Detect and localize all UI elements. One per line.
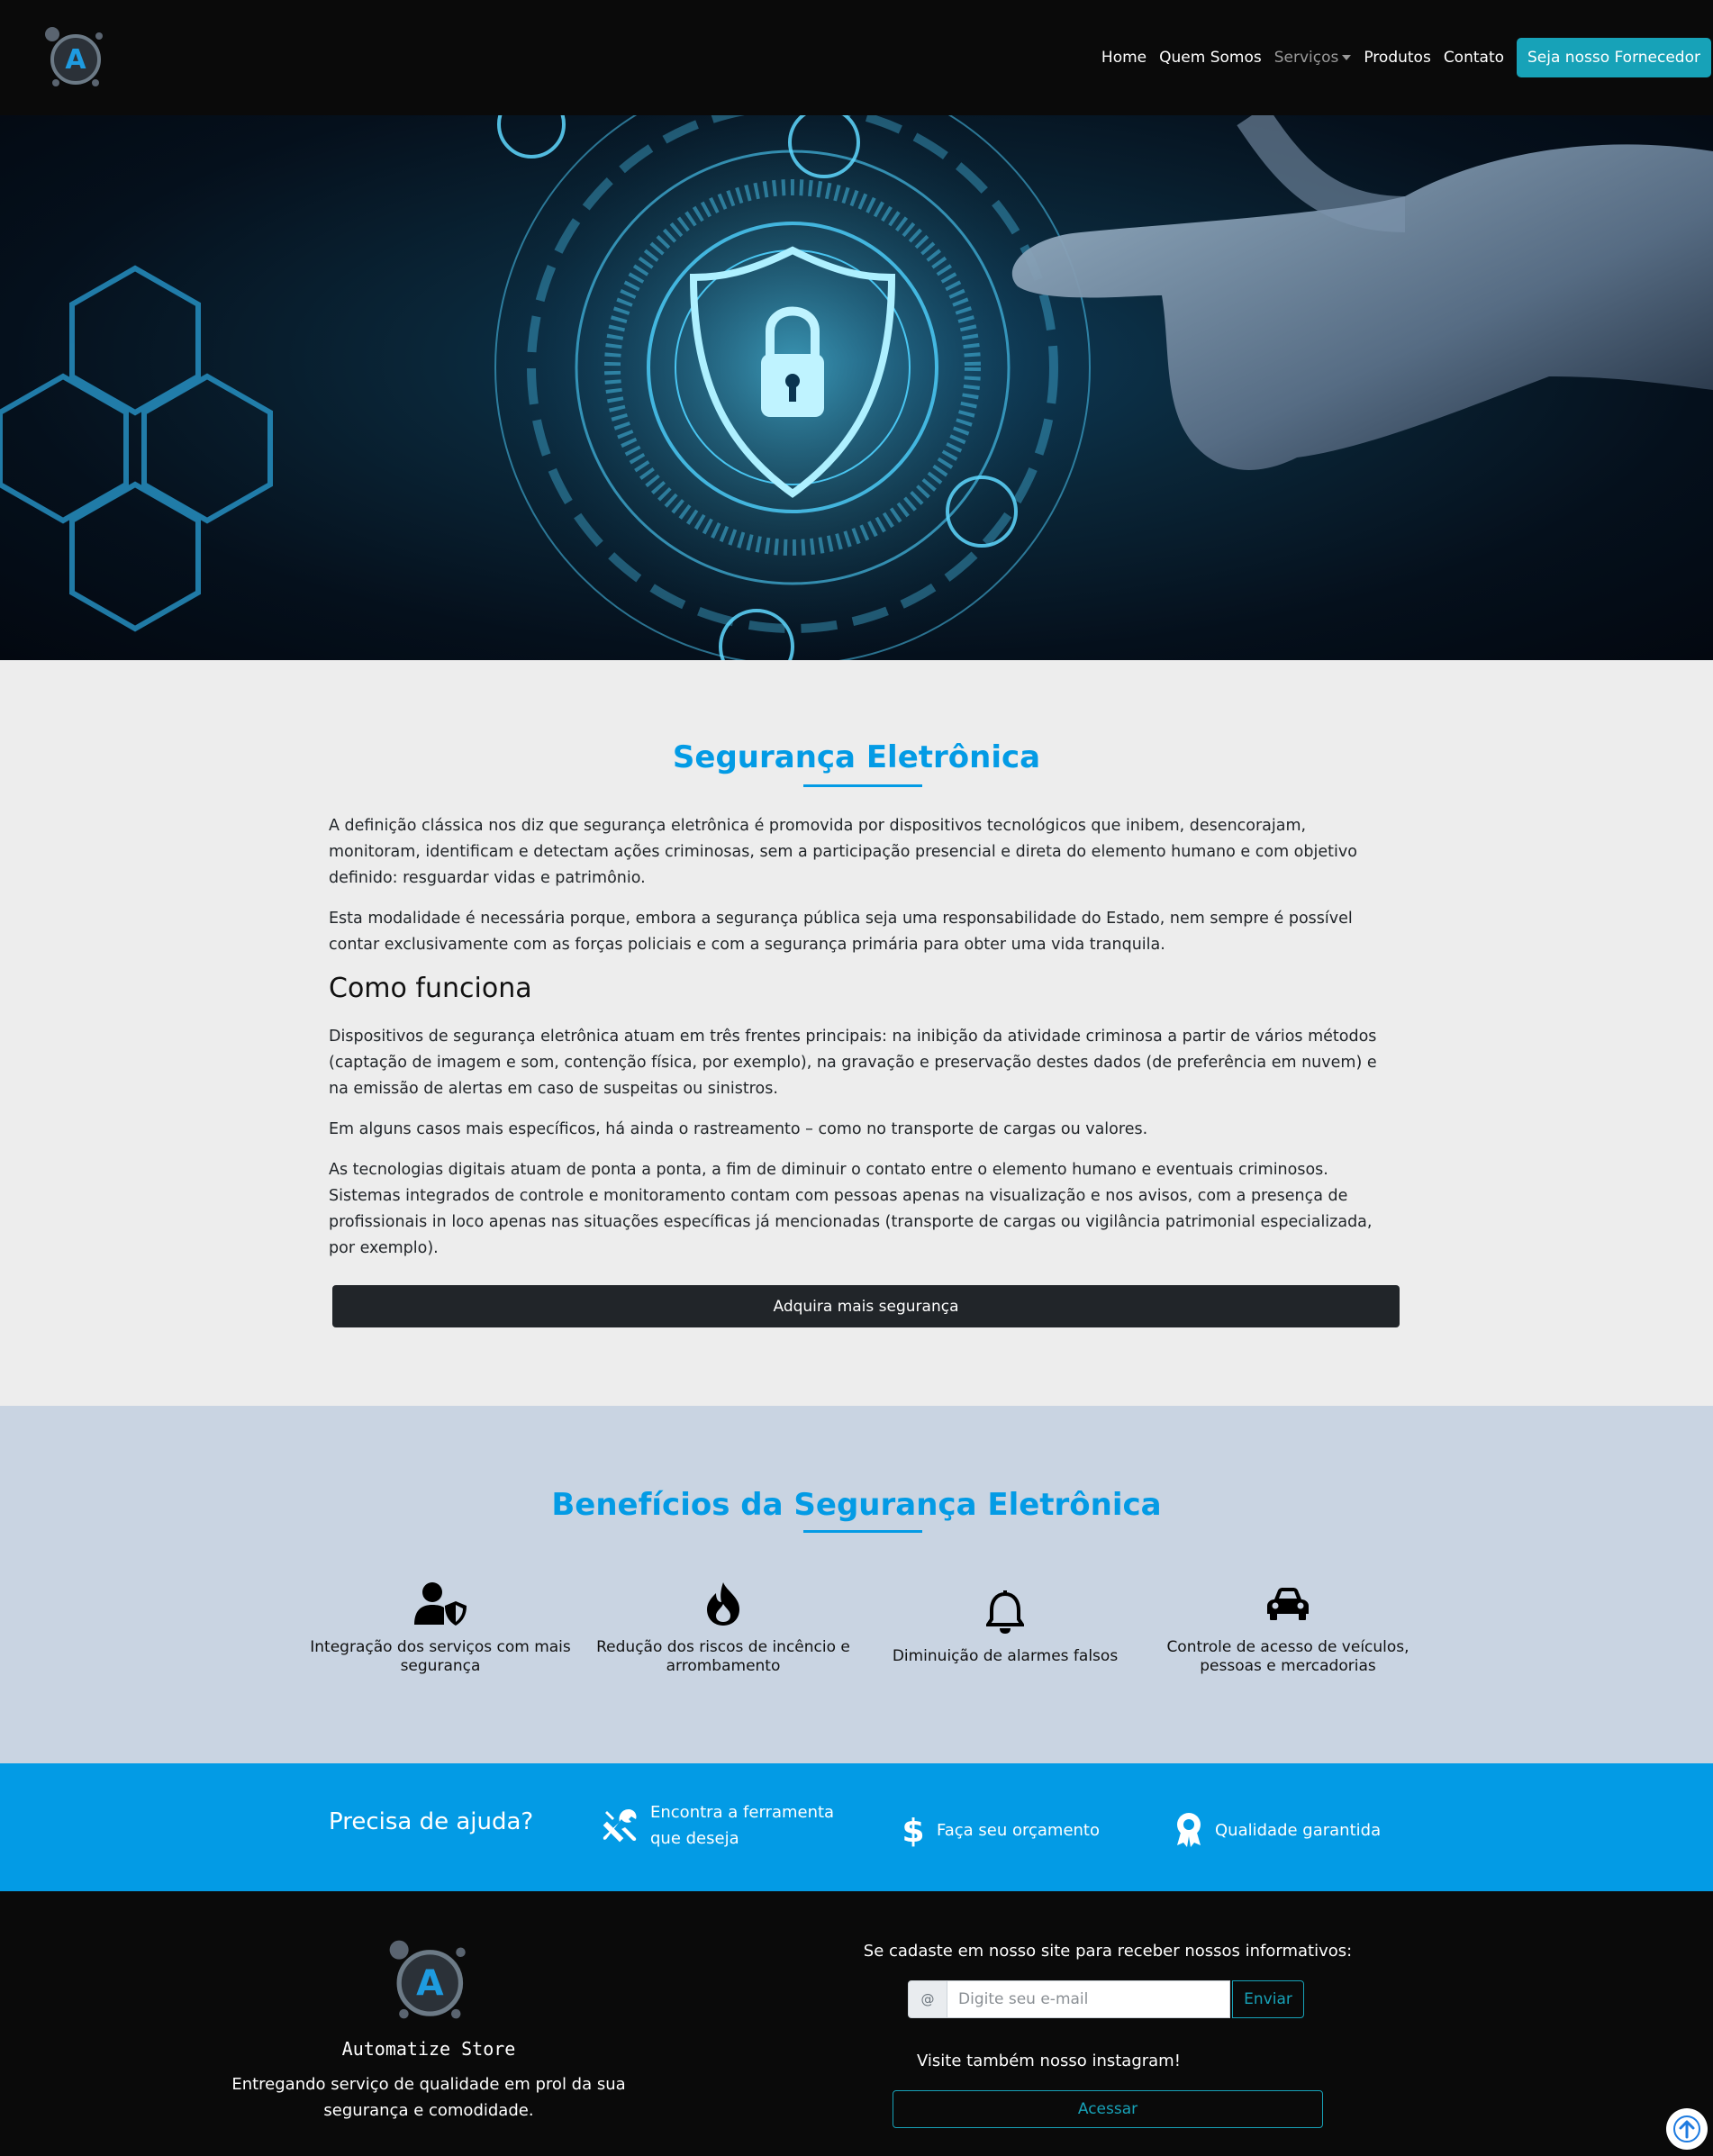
back-to-top-button[interactable] (1666, 2108, 1708, 2150)
instagram-text: Visite também nosso instagram! (917, 2052, 1181, 2070)
dollar-icon: $ (902, 1813, 924, 1847)
main-content: A definição clássica nos diz que seguran… (329, 813, 1387, 1276)
hero-security-illustration (0, 115, 1713, 660)
help-item-tools[interactable]: Encontra a ferramenta que deseja (602, 1799, 834, 1852)
help-title: Precisa de ajuda? (329, 1808, 534, 1835)
paragraph: Dispositivos de segurança eletrônica atu… (329, 1028, 1377, 1098)
svg-text:$: $ (902, 1813, 924, 1847)
section-title: Segurança Eletrônica (672, 739, 1041, 775)
benefit-label: Controle de acesso de veículos, pessoas … (1166, 1638, 1409, 1675)
benefit-item: Integração dos serviços com mais seguran… (310, 1579, 571, 1676)
award-icon (1175, 1813, 1202, 1847)
newsletter-form: @ Enviar (908, 1980, 1304, 2018)
nav-quem-somos[interactable]: Quem Somos (1159, 49, 1262, 67)
chevron-down-icon (1342, 55, 1352, 60)
logo-letter: A (65, 44, 86, 76)
nav-servicos-label: Serviços (1273, 49, 1339, 67)
bell-icon (875, 1588, 1136, 1638)
paragraph: Em alguns casos mais específicos, há ain… (329, 1120, 1148, 1138)
buy-security-button[interactable]: Adquira mais segurança (332, 1285, 1400, 1327)
benefit-label: Integração dos serviços com mais seguran… (310, 1638, 571, 1675)
benefits-section: Benefícios da Segurança Eletrônica Integ… (0, 1406, 1713, 1763)
nav-servicos-dropdown[interactable]: Serviços (1274, 49, 1352, 67)
logo-letter: A (416, 1962, 444, 2004)
subheading-como-funciona: Como funciona (329, 973, 532, 1004)
fire-icon (593, 1579, 854, 1629)
footer-logo: A (389, 1940, 466, 2019)
nav-home[interactable]: Home (1101, 49, 1147, 67)
help-item-label: Faça seu orçamento (937, 1820, 1100, 1840)
help-strip: Precisa de ajuda? Encontra a ferramenta q… (0, 1763, 1713, 1891)
nav-contato[interactable]: Contato (1444, 49, 1504, 67)
at-icon: @ (908, 1980, 947, 2018)
newsletter-text: Se cadaste em nosso site para receber no… (863, 1942, 1353, 1961)
paragraph: Esta modalidade é necessária porque, emb… (329, 910, 1353, 954)
instagram-access-button[interactable]: Acessar (893, 2090, 1323, 2128)
benefits-title: Benefícios da Segurança Eletrônica (551, 1487, 1162, 1523)
help-item-label: Encontra a ferramenta que deseja (650, 1803, 835, 1848)
car-icon (1157, 1579, 1418, 1629)
send-button[interactable]: Enviar (1232, 1980, 1304, 2018)
tools-icon (602, 1807, 638, 1843)
nav-links: Home Quem Somos Serviços Produtos Contat… (1101, 38, 1711, 77)
benefit-label: Diminuição de alarmes falsos (892, 1647, 1119, 1665)
supplier-button[interactable]: Seja nosso Fornecedor (1517, 38, 1711, 77)
help-item-label: Qualidade garantida (1215, 1820, 1382, 1840)
benefit-item: Redução dos riscos de incêncio e arromba… (593, 1579, 854, 1676)
arrow-up-icon (1673, 2115, 1700, 2142)
hero-image (0, 115, 1713, 660)
brand-logo[interactable]: A (43, 25, 106, 88)
email-input[interactable] (947, 1980, 1230, 2018)
footer: A Automatize Store Entregando serviço de… (0, 1891, 1713, 2156)
benefit-item: Controle de acesso de veículos, pessoas … (1157, 1579, 1418, 1676)
benefit-item: Diminuição de alarmes falsos (875, 1588, 1136, 1666)
title-underline (803, 1530, 922, 1533)
help-item-quality[interactable]: Qualidade garantida (1175, 1813, 1381, 1847)
title-underline (803, 784, 922, 787)
benefit-label: Redução dos riscos de incêncio e arromba… (596, 1638, 850, 1675)
navbar: A Home Quem Somos Serviços Produtos Cont… (0, 0, 1713, 115)
store-name: Automatize Store (341, 2038, 516, 2060)
help-item-quote[interactable]: $ Faça seu orçamento (902, 1813, 1100, 1847)
nav-produtos[interactable]: Produtos (1364, 49, 1430, 67)
main-section: Segurança Eletrônica A definição clássic… (0, 660, 1713, 1406)
paragraph: A definição clássica nos diz que seguran… (329, 817, 1357, 887)
paragraph: As tecnologias digitais atuam de ponta a… (329, 1161, 1373, 1257)
store-tagline: Entregando serviço de qualidade em prol … (231, 2075, 626, 2120)
user-shield-icon (310, 1579, 571, 1629)
